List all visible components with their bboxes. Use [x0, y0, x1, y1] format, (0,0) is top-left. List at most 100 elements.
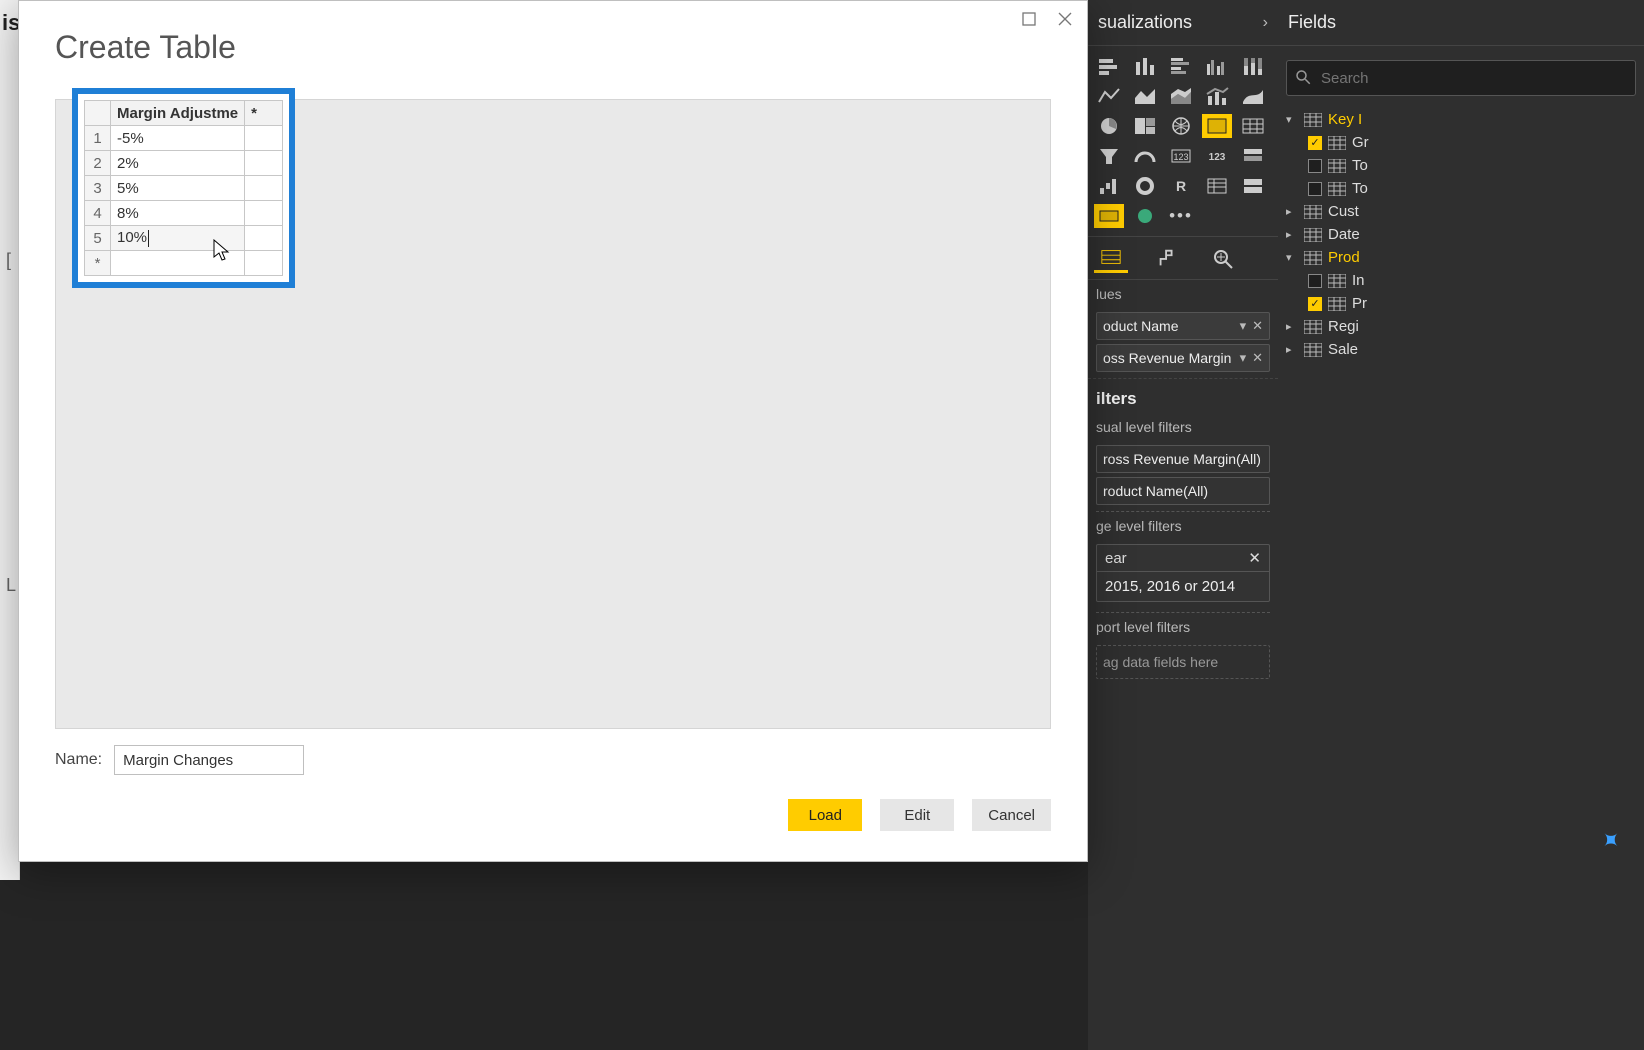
pie-chart-icon[interactable] — [1094, 114, 1124, 138]
load-button[interactable]: Load — [788, 799, 862, 831]
filters-heading: ilters — [1088, 378, 1278, 413]
fields-tab-icon[interactable] — [1094, 243, 1128, 273]
remove-icon[interactable]: ✕ — [1248, 549, 1261, 567]
area-chart-icon[interactable] — [1130, 84, 1160, 108]
remove-icon[interactable]: ✕ — [1252, 318, 1263, 334]
donut-icon[interactable] — [1130, 174, 1160, 198]
table-row[interactable]: 48% — [85, 201, 283, 226]
expand-icon[interactable]: ▸ — [1286, 320, 1298, 333]
clustered-bar-icon[interactable] — [1166, 54, 1196, 78]
python-visual-icon[interactable] — [1094, 204, 1124, 228]
table-visual-icon[interactable] — [1238, 114, 1268, 138]
multi-row-card-icon[interactable] — [1238, 174, 1268, 198]
treemap-icon[interactable] — [1130, 114, 1160, 138]
checkbox-icon[interactable]: ✓ — [1308, 136, 1322, 150]
close-button[interactable] — [1049, 5, 1081, 33]
table-label: Key I — [1328, 111, 1362, 128]
column-header-margin-adjustment[interactable]: Margin Adjustme — [111, 101, 245, 126]
report-filters-dropzone[interactable]: ag data fields here — [1096, 645, 1270, 679]
arcgis-icon[interactable] — [1130, 204, 1160, 228]
field-label: Gr — [1352, 134, 1369, 151]
field-item[interactable]: To — [1280, 177, 1642, 200]
line-chart-icon[interactable] — [1094, 84, 1124, 108]
funnel-icon[interactable] — [1094, 144, 1124, 168]
field-item[interactable]: To — [1280, 154, 1642, 177]
fields-header[interactable]: Fields — [1278, 0, 1644, 46]
stacked-bar-icon[interactable] — [1094, 54, 1124, 78]
combo-chart-icon[interactable] — [1202, 84, 1232, 108]
checkbox-icon[interactable] — [1308, 159, 1322, 173]
expand-icon[interactable]: ▸ — [1286, 343, 1298, 356]
checkbox-icon[interactable]: ✓ — [1308, 297, 1322, 311]
fields-search-input[interactable] — [1286, 60, 1636, 96]
fields-table-key i[interactable]: ▾ Key I — [1280, 108, 1642, 131]
data-grid[interactable]: Margin Adjustme * 1-5%22%35%48%510%* — [84, 100, 283, 276]
maximize-button[interactable] — [1013, 5, 1045, 33]
hundred-stacked-icon[interactable] — [1238, 54, 1268, 78]
chevron-down-icon[interactable]: ▾ — [1240, 318, 1247, 334]
cell-empty[interactable] — [111, 251, 245, 276]
value-chip-gross-revenue-margin[interactable]: oss Revenue Margin ▾✕ — [1096, 344, 1270, 372]
matrix-icon[interactable] — [1202, 174, 1232, 198]
kpi-icon[interactable]: 123 — [1202, 144, 1232, 168]
cell-value[interactable]: -5% — [111, 126, 245, 151]
slicer-icon[interactable] — [1238, 144, 1268, 168]
analytics-tab-icon[interactable] — [1206, 243, 1240, 273]
stacked-column-icon[interactable] — [1130, 54, 1160, 78]
clustered-column-icon[interactable] — [1202, 54, 1232, 78]
expand-icon[interactable]: ▸ — [1286, 205, 1298, 218]
data-canvas[interactable]: Margin Adjustme * 1-5%22%35%48%510%* — [55, 99, 1051, 729]
format-tab-icon[interactable] — [1150, 243, 1184, 273]
chevron-down-icon[interactable]: ▾ — [1240, 350, 1247, 366]
value-chip-product-name[interactable]: oduct Name ▾✕ — [1096, 312, 1270, 340]
checkbox-icon[interactable] — [1308, 182, 1322, 196]
cell-empty[interactable] — [245, 226, 283, 251]
checkbox-icon[interactable] — [1308, 274, 1322, 288]
table-row[interactable]: 22% — [85, 151, 283, 176]
cancel-button[interactable]: Cancel — [972, 799, 1051, 831]
cell-empty[interactable] — [245, 151, 283, 176]
r-visual-icon[interactable]: R — [1166, 174, 1196, 198]
more-visuals-icon[interactable]: ••• — [1166, 204, 1196, 228]
cell-empty[interactable] — [245, 201, 283, 226]
visualizations-header[interactable]: sualizations › — [1088, 0, 1278, 46]
stacked-area-icon[interactable] — [1166, 84, 1196, 108]
fields-table-date[interactable]: ▸ Date — [1280, 223, 1642, 246]
cell-value[interactable]: 5% — [111, 176, 245, 201]
table-label: Regi — [1328, 318, 1359, 335]
field-item[interactable]: ✓Pr — [1280, 292, 1642, 315]
visual-filter-product-name[interactable]: roduct Name(All) — [1096, 477, 1270, 505]
expand-icon[interactable]: ▾ — [1286, 113, 1298, 126]
edit-button[interactable]: Edit — [880, 799, 954, 831]
cell-empty[interactable] — [245, 126, 283, 151]
map-icon[interactable] — [1166, 114, 1196, 138]
table-label: Date — [1328, 226, 1360, 243]
fields-table-prod[interactable]: ▾Prod — [1280, 246, 1642, 269]
filled-map-icon[interactable] — [1202, 114, 1232, 138]
remove-icon[interactable]: ✕ — [1252, 350, 1263, 366]
waterfall-icon[interactable] — [1094, 174, 1124, 198]
cell-value[interactable]: 10% — [111, 226, 245, 251]
expand-icon[interactable]: ▸ — [1286, 228, 1298, 241]
cell-empty[interactable] — [245, 251, 283, 276]
card-icon[interactable]: 123 — [1166, 144, 1196, 168]
field-item[interactable]: ✓ Gr — [1280, 131, 1642, 154]
table-name-input[interactable] — [114, 745, 304, 775]
gauge-icon[interactable] — [1130, 144, 1160, 168]
table-row[interactable]: 510% — [85, 226, 283, 251]
fields-table-regi[interactable]: ▸ Regi — [1280, 315, 1642, 338]
ribbon-chart-icon[interactable] — [1238, 84, 1268, 108]
visual-filter-gross-revenue[interactable]: ross Revenue Margin(All) — [1096, 445, 1270, 473]
field-item[interactable]: In — [1280, 269, 1642, 292]
table-row[interactable]: 1-5% — [85, 126, 283, 151]
cell-value[interactable]: 2% — [111, 151, 245, 176]
fields-table-sale[interactable]: ▸Sale — [1280, 338, 1642, 361]
table-row[interactable]: 35% — [85, 176, 283, 201]
expand-icon[interactable]: ▾ — [1286, 251, 1298, 264]
fields-table-cust[interactable]: ▸Cust — [1280, 200, 1642, 223]
cell-empty[interactable] — [245, 176, 283, 201]
cell-value[interactable]: 8% — [111, 201, 245, 226]
new-row[interactable]: * — [85, 251, 283, 276]
page-filter-year[interactable]: ear✕ 2015, 2016 or 2014 — [1096, 544, 1270, 602]
add-column-marker[interactable]: * — [245, 101, 283, 126]
